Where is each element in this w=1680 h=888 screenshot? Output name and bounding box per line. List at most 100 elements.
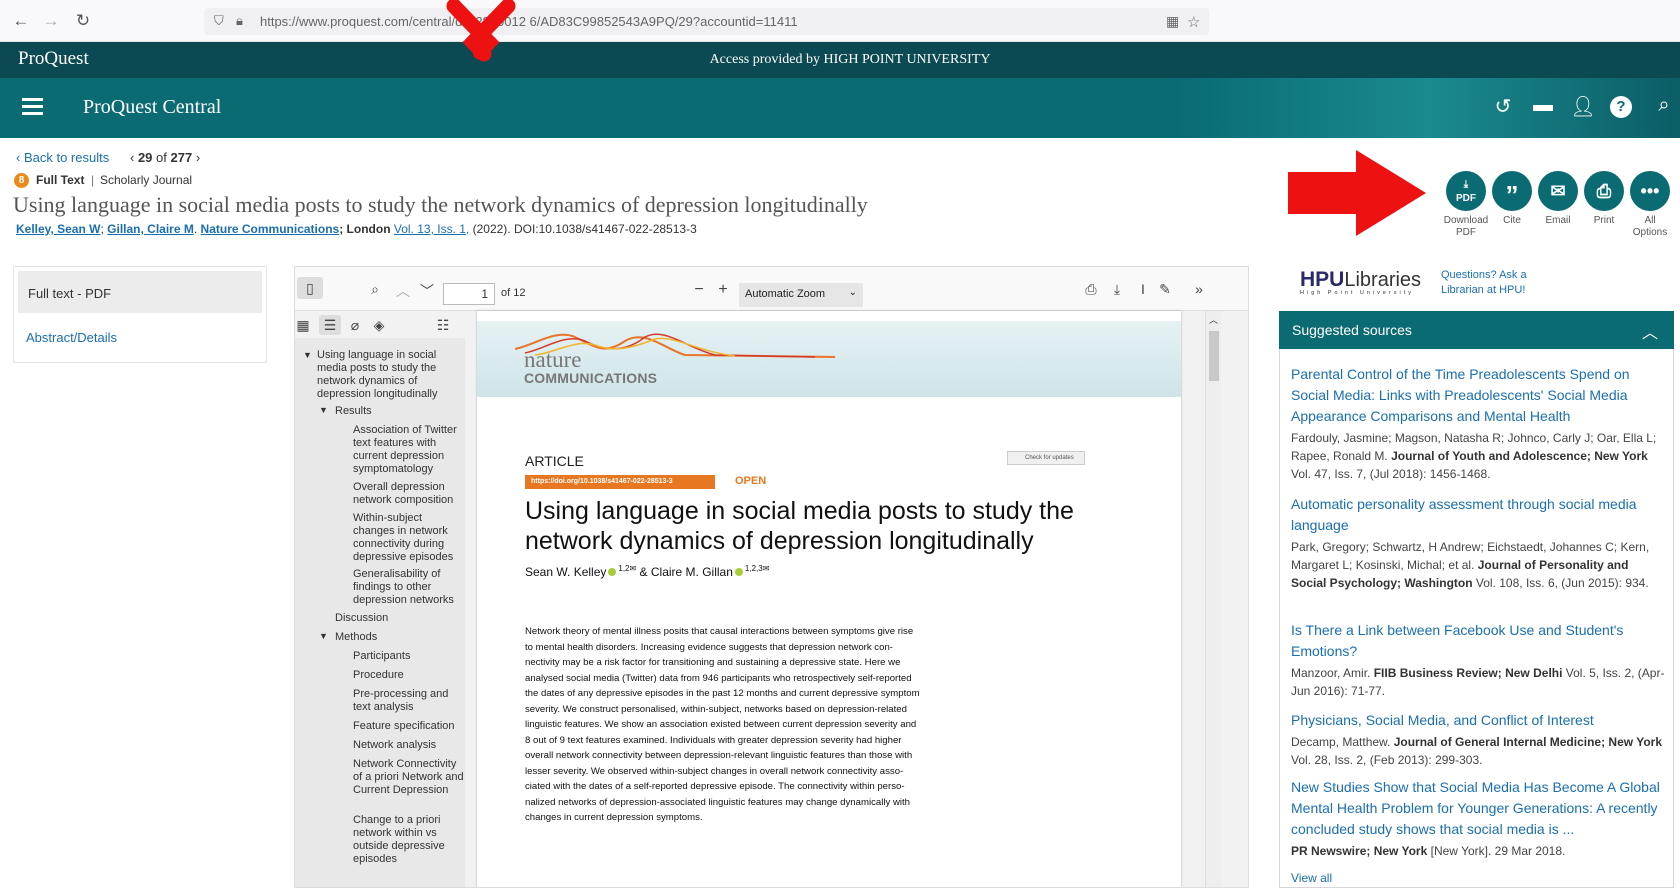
volume-link[interactable]: Vol. 13, Iss. 1, xyxy=(394,222,469,236)
outline-item[interactable]: Feature specification xyxy=(353,720,455,733)
menu-icon[interactable] xyxy=(22,98,43,116)
sidebar-toggle-icon[interactable]: ▯ xyxy=(297,277,323,299)
suggested-source-info: Vol. 28, Iss. 2, (Feb 2013): 299-303. xyxy=(1291,753,1483,767)
outline-item[interactable]: Discussion xyxy=(335,612,388,625)
text-cursor-icon[interactable]: I xyxy=(1133,281,1153,297)
current-outline-item-icon[interactable]: ☷ xyxy=(433,317,453,334)
author-link[interactable]: Kelley, Sean W xyxy=(16,222,100,236)
outline-icon[interactable]: ☰ xyxy=(319,315,341,335)
zoom-out-icon[interactable]: − xyxy=(689,281,709,299)
help-icon[interactable]: ? xyxy=(1610,96,1632,118)
forward-arrow-icon[interactable]: → xyxy=(40,10,62,32)
suggested-source-title[interactable]: Parental Control of the Time Preadolesce… xyxy=(1291,364,1666,427)
database-title[interactable]: ProQuest Central xyxy=(83,96,221,119)
open-access-icon: 8 xyxy=(14,173,29,188)
folder-icon[interactable]: ▬ xyxy=(1530,94,1556,117)
outline-item[interactable]: Results xyxy=(335,405,372,418)
outline-item[interactable]: Change to a priori network within vs out… xyxy=(353,814,465,866)
publication-place: ; London xyxy=(339,222,391,236)
orcid-icon[interactable] xyxy=(608,568,617,576)
result-counter[interactable]: ‹ 29 of 277 › xyxy=(130,150,200,165)
qr-code-icon[interactable]: ▦ xyxy=(1166,13,1179,30)
suggested-source-title[interactable]: Physicians, Social Media, and Conflict o… xyxy=(1291,710,1666,731)
print-icon[interactable]: ⎙ xyxy=(1081,281,1101,298)
author-link[interactable]: Gillan, Claire M xyxy=(107,222,194,236)
attachments-icon[interactable]: ⌀ xyxy=(345,317,365,334)
check-for-updates-badge[interactable]: Check for updates xyxy=(1007,451,1085,465)
suggested-source-journal: Journal of General Internal Medicine; Ne… xyxy=(1393,735,1663,749)
outline-item[interactable]: Generalisability of findings to other de… xyxy=(353,568,465,607)
collapse-icon[interactable]: ▼ xyxy=(319,631,328,641)
suggested-sources-header[interactable]: Suggested sources ︿ xyxy=(1279,311,1674,349)
outline-item[interactable]: Pre-processing and text analysis xyxy=(353,688,465,714)
pdf-scrollbar[interactable]: ︿ xyxy=(1205,311,1221,887)
full-text-pdf-tab[interactable]: Full text - PDF xyxy=(18,271,262,313)
outline-item[interactable]: Association of Twitter text features wit… xyxy=(353,424,465,476)
user-icon[interactable]: 👤︎ xyxy=(1570,94,1596,119)
outline-item[interactable]: Participants xyxy=(353,650,410,663)
red-x-annotation-lower xyxy=(462,42,500,62)
scrollbar-thumb[interactable] xyxy=(1209,331,1219,381)
all-options-button[interactable]: ••• All Options xyxy=(1622,171,1678,239)
back-arrow-icon[interactable]: ← xyxy=(10,10,32,32)
find-icon[interactable]: ⌕ xyxy=(365,281,385,298)
outline-item[interactable]: Procedure xyxy=(353,669,404,682)
reload-icon[interactable]: ↻ xyxy=(72,10,94,32)
pdf-page: nature COMMUNICATIONS ARTICLE Check for … xyxy=(477,311,1181,887)
back-to-results-link[interactable]: ‹ Back to results xyxy=(16,150,109,165)
draw-icon[interactable]: ✎ xyxy=(1155,281,1175,298)
outline-item[interactable]: Within-subject changes in network connec… xyxy=(353,512,465,564)
outline-item[interactable]: Methods xyxy=(335,631,377,644)
abstract-line: overall network connectivity between dep… xyxy=(525,750,913,761)
prev-result-arrow[interactable]: ‹ xyxy=(130,150,138,165)
abstract-line: Network theory of mental illness posits … xyxy=(525,626,914,637)
article-authors: Sean W. Kelley 1,2✉ & Claire M. Gillan 1,2… xyxy=(525,564,769,579)
suggested-source-item: Parental Control of the Time Preadolesce… xyxy=(1291,364,1666,483)
address-bar[interactable]: ⛉ 🔒︎ https://www.proquest.com/central/d…… xyxy=(204,8,1209,35)
abstract-details-link[interactable]: Abstract/Details xyxy=(26,330,117,345)
suggested-source-authors: Decamp, Matthew. xyxy=(1291,735,1391,749)
history-icon[interactable]: ↺ xyxy=(1490,94,1516,119)
collapse-icon[interactable]: ▼ xyxy=(303,350,312,360)
doi-badge[interactable]: https://doi.org/10.1038/s41467-022-28513… xyxy=(525,475,715,489)
document-nav-panel: Full text - PDF Abstract/Details xyxy=(13,266,267,363)
thumbnails-icon[interactable]: ▦ xyxy=(295,317,313,334)
suggested-source-meta: Fardouly, Jasmine; Magson, Natasha R; Jo… xyxy=(1291,429,1666,483)
author-name: & Claire M. Gillan xyxy=(636,565,733,579)
search-icon[interactable]: ⌕ xyxy=(1651,94,1677,117)
outline-item[interactable]: Using language in social media posts to … xyxy=(317,349,447,401)
previous-page-icon[interactable]: ︿ xyxy=(393,281,413,301)
outline-item[interactable]: Network Connectivity of a priori Network… xyxy=(353,758,465,797)
view-all-link[interactable]: View all xyxy=(1291,871,1332,885)
orcid-icon[interactable] xyxy=(734,568,743,576)
suggested-source-info: Vol. 108, Iss. 6, (Jun 2015): 934. xyxy=(1472,576,1649,590)
next-result-arrow[interactable]: › xyxy=(192,150,200,165)
suggested-source-title[interactable]: Is There a Link between Facebook Use and… xyxy=(1291,620,1666,662)
bookmark-star-icon[interactable]: ☆ xyxy=(1187,13,1200,31)
journal-link[interactable]: Nature Communications xyxy=(201,222,340,236)
abstract-line: ciated with the dates of a self-reported… xyxy=(525,781,905,792)
page-number-input[interactable]: 1 xyxy=(443,283,495,305)
browser-toolbar: ← → ↻ ⛉ 🔒︎ https://www.proquest.com/cent… xyxy=(0,0,1680,42)
outline-item[interactable]: Network analysis xyxy=(353,739,436,752)
suggested-source-meta: Manzoor, Amir. FIIB Business Review; New… xyxy=(1291,664,1666,700)
save-icon[interactable]: ⤓ xyxy=(1107,281,1127,298)
tools-menu-icon[interactable]: » xyxy=(1189,281,1209,297)
ask-librarian-link[interactable]: Questions? Ask a Librarian at HPU! xyxy=(1441,268,1527,298)
chevron-up-icon[interactable]: ︿ xyxy=(1642,319,1658,343)
scroll-up-icon[interactable]: ︿ xyxy=(1209,313,1218,326)
hpu-logo-subtitle: High Point University xyxy=(1300,290,1415,296)
hpu-libraries-logo[interactable]: HPULibraries High Point University xyxy=(1300,268,1421,296)
next-page-icon[interactable]: ﹀ xyxy=(417,281,437,301)
abstract-line: analysed social media (Twitter) data fro… xyxy=(525,672,912,684)
access-text: Access provided by HIGH POINT UNIVERSITY xyxy=(709,52,991,67)
zoom-select[interactable]: Automatic Zoom ⌄ xyxy=(739,283,863,307)
collapse-icon[interactable]: ▼ xyxy=(319,405,328,415)
suggested-source-title[interactable]: New Studies Show that Social Media Has B… xyxy=(1291,777,1666,840)
outline-item[interactable]: Overall depression network composition xyxy=(353,481,465,507)
suggested-source-title[interactable]: Automatic personality assessment through… xyxy=(1291,494,1666,536)
layers-icon[interactable]: ◈ xyxy=(369,317,389,334)
suggested-source-journal: FIIB Business Review; New Delhi xyxy=(1373,666,1563,680)
zoom-in-icon[interactable]: + xyxy=(713,281,733,299)
more-icon: ••• xyxy=(1630,171,1670,211)
